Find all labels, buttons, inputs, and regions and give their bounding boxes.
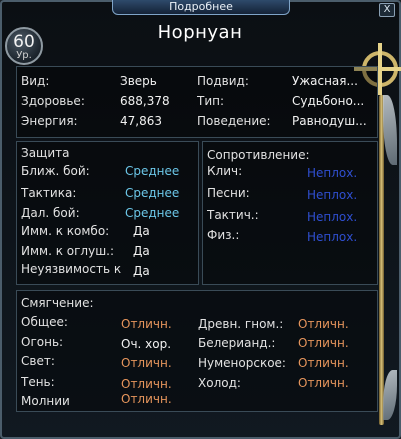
creature-name: Норнуан [157, 22, 243, 43]
info-label: Здоровье: [21, 94, 85, 108]
mitigation-value: Отличн. [298, 317, 349, 331]
info-value: 47,863 [120, 114, 162, 128]
info-value: Зверь [120, 74, 157, 88]
level-label: Ур. [16, 50, 32, 61]
mitigation-value: Отличн. [298, 356, 349, 370]
info-value: Равнодуш... [292, 114, 367, 128]
resistance-label: Песни: [207, 186, 250, 200]
mitigation-value: Оч. хор. [121, 337, 172, 351]
defense-value: Среднее [125, 186, 180, 200]
mitigation-value: Отличн. [298, 376, 349, 390]
defense-label: Имм. к оглуш.: [21, 244, 115, 258]
info-value: Ужасная... [292, 74, 358, 88]
mitigation-label: Нуменорское: [198, 356, 286, 370]
resistance-label: Тактич.: [207, 208, 259, 222]
defense-value: Да [133, 244, 150, 258]
defense-title: Защита [21, 146, 70, 160]
close-button[interactable]: X [379, 3, 395, 17]
mitigation-label: Холод: [198, 376, 241, 390]
mitigation-label: Свет: [21, 354, 55, 368]
mitigation-value: Отличн. [121, 392, 172, 406]
info-label: Энергия: [21, 114, 78, 128]
mitigation-label: Древн. гном.: [198, 317, 284, 331]
defense-value: Да [133, 264, 150, 278]
mitigation-value: Отличн. [121, 317, 172, 331]
defense-value: Среднее [125, 206, 180, 220]
staff-decoration [379, 95, 384, 425]
defense-label: Тактика: [21, 186, 77, 200]
info-value: 688,378 [120, 94, 170, 108]
resistance-label: Клич: [207, 164, 243, 178]
mitigation-value: Отличн. [121, 356, 172, 370]
resistance-value: Неплох. [307, 188, 358, 202]
mitigation-label: Белерианд.: [198, 336, 276, 350]
info-label: Вид: [21, 74, 50, 88]
resistance-label: Физ.: [207, 228, 240, 242]
window-title: Подробнее [112, 0, 290, 15]
resistance-value: Неплох. [307, 210, 358, 224]
mitigation-label: Общее: [21, 315, 68, 329]
mitigation-label: Тень: [21, 375, 55, 389]
mitigation-value: Отличн. [121, 377, 172, 391]
resistance-title: Сопротивление: [207, 148, 310, 162]
defense-value: Да [133, 224, 150, 238]
mitigation-title: Смягчение: [21, 296, 94, 310]
defense-value: Среднее [125, 164, 180, 178]
resistance-value: Неплох. [307, 230, 358, 244]
defense-label: Имм. к комбо: [21, 224, 110, 238]
resistance-value: Неплох. [307, 166, 358, 180]
defense-label: Неуязвимость к [21, 262, 122, 276]
mitigation-label: Огонь: [21, 335, 64, 349]
defense-label: Ближ. бой: [21, 164, 90, 178]
info-label: Тип: [197, 94, 225, 108]
mitigation-label: Молнии [21, 394, 70, 408]
level-number: 60 [13, 32, 35, 52]
info-value: Судьбоно... [292, 94, 365, 108]
defense-label: Дал. бой: [21, 206, 80, 220]
info-label: Поведение: [197, 114, 271, 128]
info-label: Подвид: [197, 74, 249, 88]
level-badge: 60 Ур. [5, 27, 43, 65]
mitigation-value: Отличн. [298, 336, 349, 350]
